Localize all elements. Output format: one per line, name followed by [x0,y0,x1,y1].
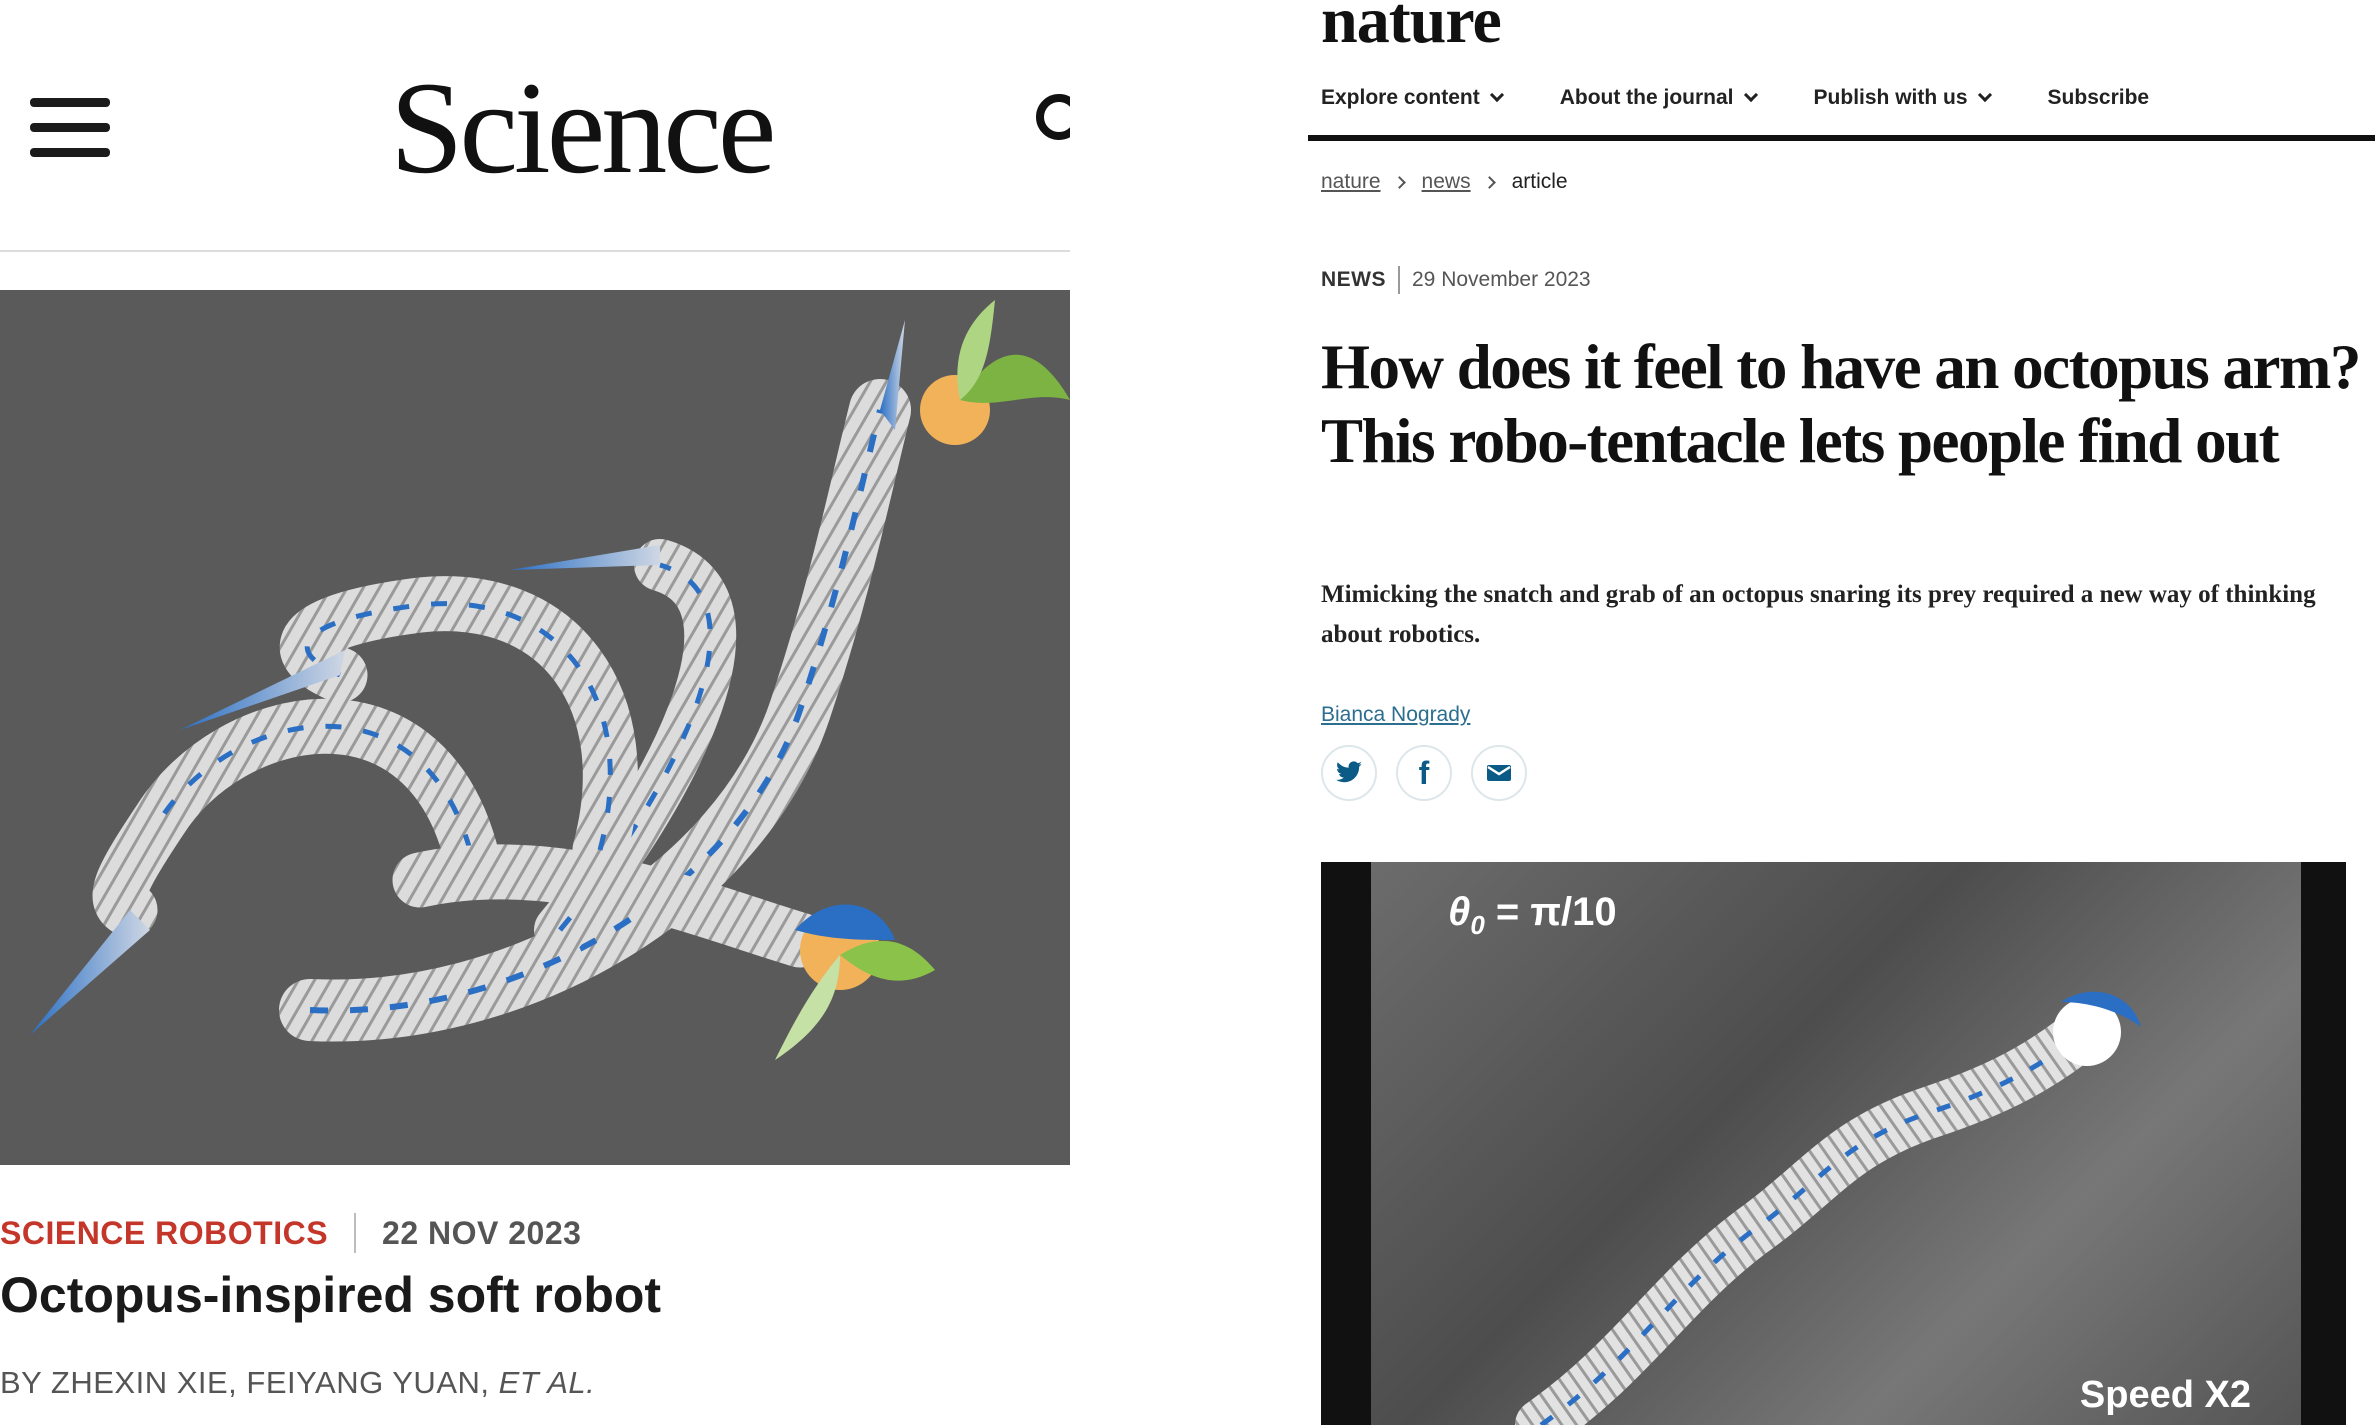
email-share-button[interactable] [1471,745,1527,801]
science-logo[interactable]: Science [390,62,776,194]
nav-label: Subscribe [2047,86,2150,109]
nav-label: Explore content [1321,86,1480,109]
twitter-share-button[interactable] [1321,745,1377,801]
email-icon [1487,765,1511,781]
publish-date: 22 NOV 2023 [382,1214,582,1251]
author-name[interactable]: FEIYANG YUAN, [246,1365,489,1400]
article-hero-image [0,290,1070,1165]
facebook-share-button[interactable]: f [1396,745,1452,801]
search-icon[interactable] [1036,94,1070,140]
robot-tentacle-video-still [1515,991,2141,1425]
nav-label: Publish with us [1813,86,1968,109]
breadcrumb: nature news article [1321,170,1568,194]
meta-divider [354,1213,357,1253]
chevron-right-icon [1392,175,1406,189]
chevron-down-icon [1977,87,1992,103]
nav-about-the-journal[interactable]: About the journal [1559,86,1758,110]
nav-publish-with-us[interactable]: Publish with us [1813,86,1992,110]
twitter-icon [1336,761,1362,783]
journal-label[interactable]: SCIENCE ROBOTICS [0,1215,328,1252]
breadcrumb-current: article [1511,170,1568,193]
article-standfirst: Mimicking the snatch and grab of an octo… [1321,581,2316,648]
article-type: NEWS [1321,268,1386,291]
author-name[interactable]: ZHEXIN XIE, [51,1365,237,1400]
chevron-right-icon [1482,175,1496,189]
facebook-icon: f [1418,755,1430,791]
et-al-label[interactable]: ET AL. [499,1365,596,1400]
nav-explore-content[interactable]: Explore content [1321,86,1504,110]
video-theta-label: θ0 = π/10 [1448,890,1617,941]
article-byline: BY ZHEXIN XIE, FEIYANG YUAN, ET AL. [0,1365,595,1401]
author-link[interactable]: Bianca Nogrady [1321,703,1470,727]
video-frame: θ0 = π/10 Speed X2 [1371,862,2301,1425]
nature-page: nature Explore content About the journal… [1308,0,2375,1425]
chevron-down-icon [1489,87,1504,103]
byline-prefix: BY [0,1365,42,1400]
theta-subscript: 0 [1470,910,1485,940]
theta-symbol: θ [1448,890,1471,934]
article-meta: NEWS 29 November 2023 [1321,266,1591,294]
breadcrumb-link-news[interactable]: news [1422,170,1471,194]
meta-divider [1398,266,1400,294]
science-page: Science SCIENCE ROBOTICS 22 NOV 2023 Oct… [0,0,1070,1425]
article-video[interactable]: θ0 = π/10 Speed X2 [1321,862,2346,1425]
video-speed-label: Speed X2 [2079,1374,2251,1416]
publish-date: 29 November 2023 [1412,268,1591,291]
octopus-robot-illustration [30,300,1070,1060]
chevron-down-icon [1743,87,1758,103]
breadcrumb-link-nature[interactable]: nature [1321,170,1381,194]
nav-subscribe[interactable]: Subscribe [2048,86,2150,110]
article-title: How does it feel to have an octopus arm?… [1321,332,2361,476]
header-divider [0,250,1070,252]
nav-label: About the journal [1559,86,1734,109]
article-title[interactable]: Octopus-inspired soft robot [0,1266,661,1324]
nav-divider [1308,135,2375,141]
article-meta: SCIENCE ROBOTICS 22 NOV 2023 [0,1213,581,1253]
main-nav: Explore content About the journal Publis… [1321,86,2207,110]
theta-value: = π/10 [1484,890,1617,934]
nature-logo[interactable]: nature [1321,0,1502,54]
hamburger-menu-icon[interactable] [30,98,110,158]
